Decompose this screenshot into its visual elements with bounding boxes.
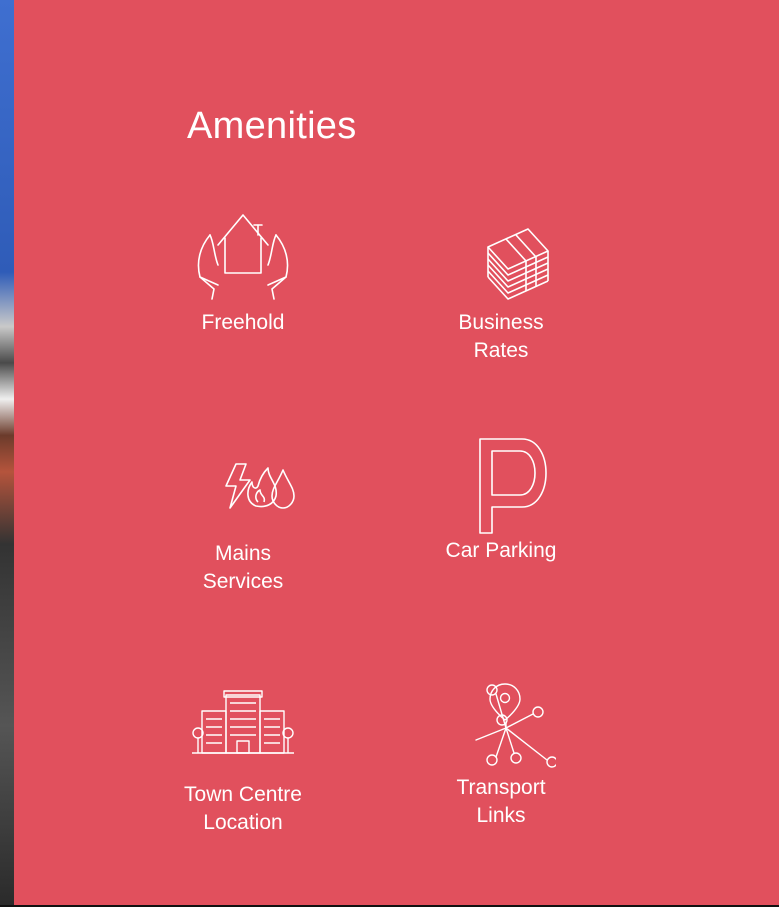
amenity-mains-services: Mains Services <box>153 456 333 596</box>
parking-icon <box>479 438 547 534</box>
amenity-freehold: Freehold <box>153 207 333 337</box>
section-title: Amenities <box>187 105 357 147</box>
cash-stack-icon <box>487 228 549 300</box>
amenity-label: Business Rates <box>458 311 544 362</box>
amenity-business-rates: Business Rates <box>411 207 591 365</box>
amenity-label: Mains Services <box>202 542 284 593</box>
utilities-icon <box>225 463 295 509</box>
amenities-panel <box>14 0 779 907</box>
background-photo-edge <box>0 0 14 907</box>
amenity-town-centre-location: Town Centre Location <box>153 687 333 837</box>
network-pin-icon <box>475 683 556 768</box>
amenity-label: Car Parking <box>445 539 557 562</box>
amenity-car-parking: Car Parking <box>411 437 591 565</box>
amenity-transport-links: Transport Links <box>411 680 591 830</box>
buildings-icon <box>192 690 294 754</box>
amenity-label: Freehold <box>201 311 285 334</box>
hands-house-icon <box>197 214 289 300</box>
amenity-label: Transport Links <box>456 776 546 827</box>
amenity-label: Town Centre Location <box>184 783 302 834</box>
